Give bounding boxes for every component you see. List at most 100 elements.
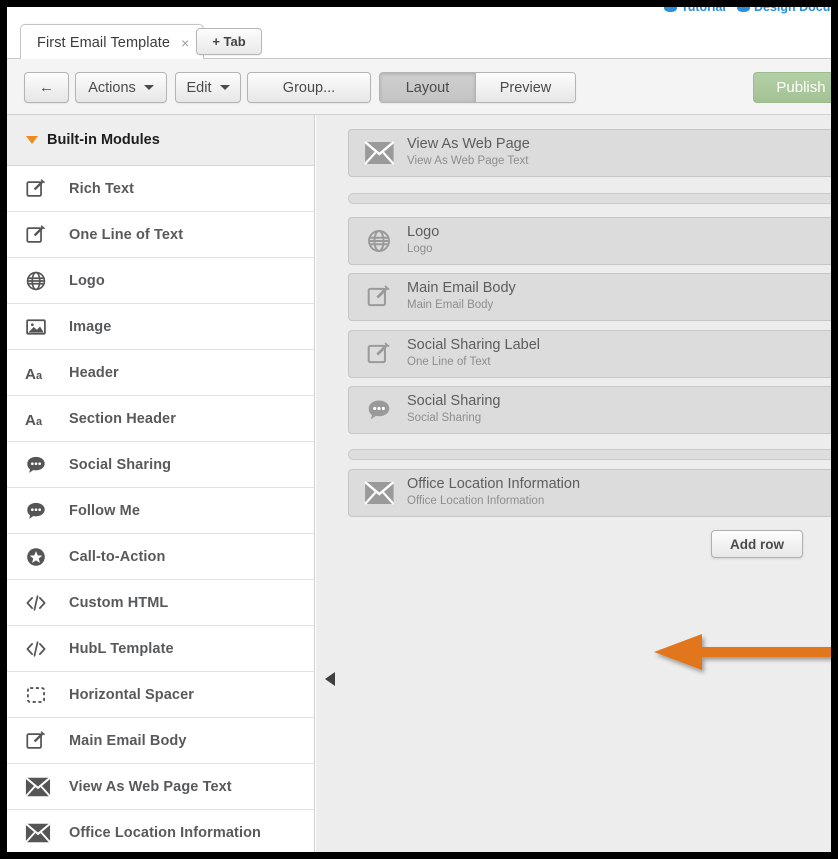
module-title: Social Sharing <box>407 393 501 410</box>
chevron-down-icon <box>219 85 230 90</box>
speech-bubble-icon <box>25 452 55 478</box>
arrow-left-icon: ← <box>39 79 54 96</box>
envelope-icon <box>25 774 55 800</box>
sidebar-item-header[interactable]: Aa Header <box>7 350 314 396</box>
sidebar-item-label: Call-to-Action <box>69 548 166 565</box>
twitter-bird-icon <box>664 7 677 12</box>
envelope-icon <box>25 820 55 846</box>
canvas-module-card[interactable]: Social Sharing Label One Line of Text <box>348 330 831 378</box>
envelope-icon <box>361 478 397 508</box>
canvas-module-card[interactable]: View As Web Page View As Web Page Text <box>348 129 831 177</box>
sidebar-item-main-email-body[interactable]: Main Email Body <box>7 718 314 764</box>
text-aa-icon: Aa <box>25 360 55 386</box>
sidebar-item-label: Custom HTML <box>69 594 169 611</box>
sidebar-item-call-to-action[interactable]: Call-to-Action <box>7 534 314 580</box>
pencil-square-icon <box>361 282 397 312</box>
code-tag-icon <box>25 636 55 662</box>
canvas-module-card[interactable]: Logo Logo <box>348 217 831 265</box>
canvas-module-card[interactable]: Office Location Information Office Locati… <box>348 469 831 517</box>
svg-text:a: a <box>36 369 43 381</box>
sidebar-item-view-as-web-page-text[interactable]: View As Web Page Text <box>7 764 314 810</box>
module-title: View As Web Page <box>407 136 530 153</box>
sidebar-item-rich-text[interactable]: Rich Text <box>7 166 314 212</box>
top-link-design-docs[interactable]: Design Docu <box>737 7 830 14</box>
sidebar-item-hubl-template[interactable]: HubL Template <box>7 626 314 672</box>
twitter-bird-icon <box>737 7 750 12</box>
sidebar-item-label: Header <box>69 364 119 381</box>
layout-canvas: View As Web Page View As Web Page Text Log… <box>316 115 831 852</box>
sidebar-item-social-sharing[interactable]: Social Sharing <box>7 442 314 488</box>
sidebar-item-label: Rich Text <box>69 180 135 197</box>
add-row-button[interactable]: Add row <box>711 530 803 558</box>
tab-first-email-template[interactable]: First Email Template × <box>20 24 205 60</box>
add-tab-button[interactable]: + Tab <box>196 28 262 55</box>
collapse-left-triangle-icon[interactable] <box>325 672 335 686</box>
canvas-module-card[interactable]: Main Email Body Main Email Body <box>348 273 831 321</box>
chevron-down-icon <box>143 85 154 90</box>
sidebar-item-label: One Line of Text <box>69 226 184 243</box>
svg-text:A: A <box>25 365 36 382</box>
sidebar-item-label: Office Location Information <box>69 824 262 841</box>
sidebar-item-follow-me[interactable]: Follow Me <box>7 488 314 534</box>
top-links-strip: Tutorial Design Docu <box>7 7 831 20</box>
publish-button[interactable]: Publish <box>753 72 831 103</box>
sidebar-item-label: Section Header <box>69 410 176 427</box>
module-subtitle: Logo <box>407 243 433 256</box>
sidebar-item-custom-html[interactable]: Custom HTML <box>7 580 314 626</box>
text-aa-icon: Aa <box>25 406 55 432</box>
row-separator[interactable] <box>348 193 831 204</box>
module-subtitle: One Line of Text <box>407 356 491 369</box>
module-title: Main Email Body <box>407 280 516 297</box>
sidebar-item-one-line-of-text[interactable]: One Line of Text <box>7 212 314 258</box>
top-link-label: Tutorial <box>681 7 726 14</box>
globe-icon <box>361 226 397 256</box>
tab-bar: First Email Template × + Tab <box>7 20 831 60</box>
sidebar-header-label: Built-in Modules <box>47 132 160 148</box>
code-tag-icon <box>25 590 55 616</box>
sidebar-item-label: HubL Template <box>69 640 174 657</box>
top-link-tutorial[interactable]: Tutorial <box>664 7 726 14</box>
module-subtitle: Office Location Information <box>407 495 545 508</box>
sidebar-item-label: View As Web Page Text <box>69 778 232 795</box>
edit-dropdown-button[interactable]: Edit <box>175 72 241 103</box>
built-in-modules-header[interactable]: Built-in Modules <box>7 115 314 166</box>
speech-bubble-icon <box>361 395 397 425</box>
sidebar-item-label: Logo <box>69 272 105 289</box>
module-subtitle: Social Sharing <box>407 412 482 425</box>
sidebar-item-office-location-information[interactable]: Office Location Information <box>7 810 314 852</box>
sidebar-item-label: Follow Me <box>69 502 140 519</box>
actions-dropdown-button[interactable]: Actions <box>75 72 167 103</box>
sidebar-item-label: Social Sharing <box>69 456 172 473</box>
caret-down-icon <box>26 136 38 144</box>
pencil-square-icon <box>25 176 55 202</box>
pencil-square-icon <box>25 222 55 248</box>
sidebar-item-image[interactable]: Image <box>7 304 314 350</box>
toolbar: ← Actions Edit Group... Layout Preview P… <box>7 59 831 115</box>
module-title: Office Location Information <box>407 476 581 493</box>
dashed-box-icon <box>25 682 55 708</box>
view-mode-segmented-control: Layout Preview <box>379 72 576 103</box>
module-title: Logo <box>407 224 440 241</box>
canvas-module-card[interactable]: Social Sharing Social Sharing <box>348 386 831 434</box>
group-button[interactable]: Group... <box>247 72 371 103</box>
close-icon[interactable]: × <box>181 36 189 50</box>
sidebar-item-logo[interactable]: Logo <box>7 258 314 304</box>
edit-label: Edit <box>186 79 212 96</box>
envelope-icon <box>361 138 397 168</box>
svg-text:A: A <box>25 411 36 428</box>
star-circle-icon <box>25 544 55 570</box>
picture-icon <box>25 314 55 340</box>
sidebar-item-label: Horizontal Spacer <box>69 686 194 703</box>
sidebar-item-section-header[interactable]: Aa Section Header <box>7 396 314 442</box>
top-link-label: Design Docu <box>754 7 831 14</box>
tab-layout[interactable]: Layout <box>380 73 476 102</box>
row-separator[interactable] <box>348 449 831 460</box>
tab-label: First Email Template <box>37 34 171 51</box>
sidebar-item-label: Main Email Body <box>69 732 187 749</box>
sidebar-item-label: Image <box>69 318 112 335</box>
sidebar-item-horizontal-spacer[interactable]: Horizontal Spacer <box>7 672 314 718</box>
actions-label: Actions <box>88 79 136 96</box>
tab-preview[interactable]: Preview <box>476 73 575 102</box>
back-button[interactable]: ← <box>24 72 69 103</box>
screenshot-frame: Tutorial Design Docu First Email Templat… <box>0 0 838 859</box>
